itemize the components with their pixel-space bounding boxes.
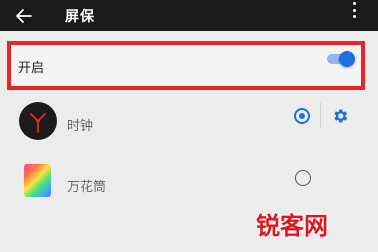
option-label: 万花筒 [67, 180, 107, 195]
clock-settings-button[interactable] [331, 107, 349, 125]
switch-thumb [339, 51, 355, 67]
watermark-logo: 锐客网 [256, 212, 328, 240]
option-row-kaleidoscope[interactable]: 万花筒 [0, 152, 378, 208]
gear-icon [334, 109, 348, 123]
row-divider [320, 103, 321, 128]
screensaver-toggle-row[interactable] [9, 43, 365, 90]
more-options-button[interactable] [350, 2, 358, 18]
kaleidoscope-radio[interactable] [295, 170, 311, 186]
page-title: 屏保 [65, 9, 95, 25]
more-dot [352, 15, 356, 18]
back-arrow-icon [16, 9, 32, 23]
screensaver-switch[interactable] [327, 51, 355, 67]
app-bar: 屏保 [0, 0, 378, 31]
option-label: 时钟 [67, 119, 94, 134]
more-dot [352, 8, 356, 12]
back-button[interactable] [12, 5, 36, 27]
kaleidoscope-icon [24, 164, 51, 197]
clock-icon [19, 102, 57, 140]
more-dot [352, 2, 356, 5]
screensaver-toggle-label: 开启 [18, 61, 45, 76]
clock-radio[interactable] [294, 108, 310, 124]
